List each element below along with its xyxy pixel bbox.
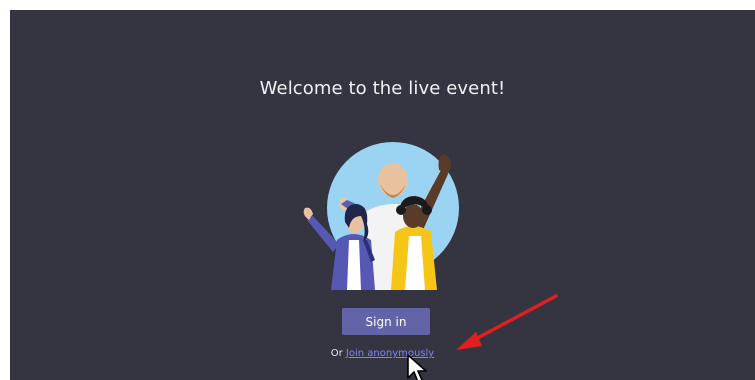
sign-in-button[interactable]: Sign in [342,308,430,335]
or-text: Or [330,348,343,359]
red-arrow-icon [456,294,558,350]
welcome-title: Welcome to the live event! [259,78,506,99]
mouse-cursor-icon [407,354,427,380]
live-event-page: Welcome to the live event! Sign in Or Jo… [10,10,755,380]
people-waving-illustration [303,142,459,290]
join-anonymously-row: Or Join anonymously [10,348,755,359]
